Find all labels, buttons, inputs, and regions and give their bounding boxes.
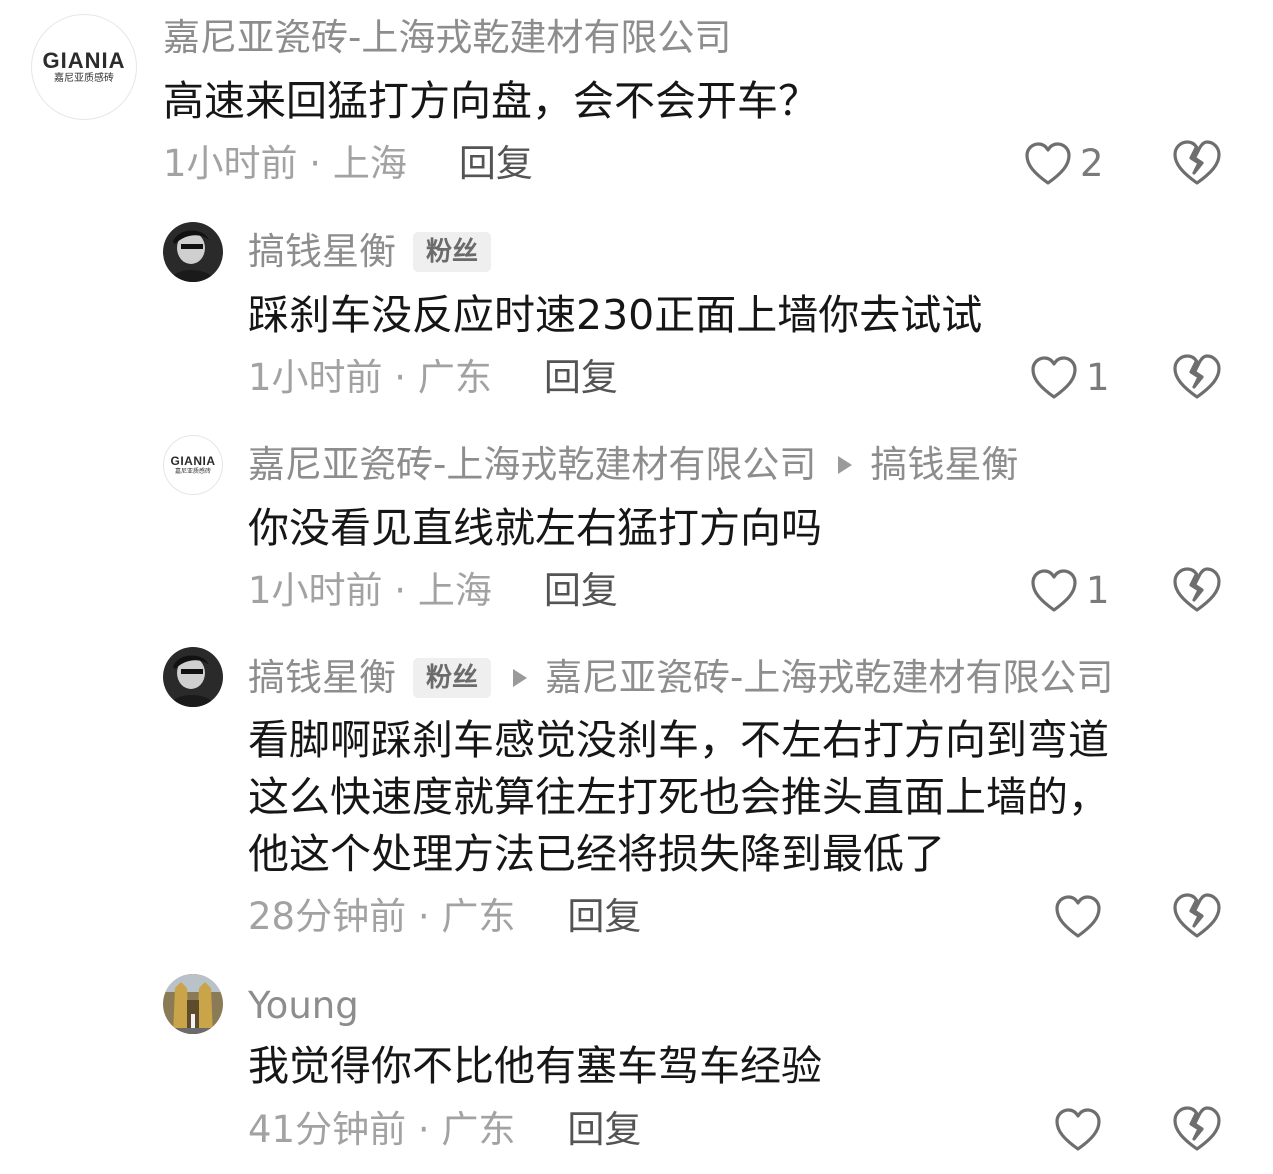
heart-outline-icon bbox=[1054, 1107, 1102, 1153]
dislike-button[interactable] bbox=[1172, 139, 1222, 189]
like-count: 1 bbox=[1086, 569, 1110, 612]
time-location: 28分钟前 · 广东 bbox=[248, 895, 516, 938]
author-line: Young bbox=[248, 984, 359, 1028]
comment-item: GIANIA 嘉尼亚质感砖 嘉尼亚瓷砖-上海戎乾建材有限公司 搞钱星衡 你没看见… bbox=[0, 424, 1273, 634]
broken-heart-icon bbox=[1172, 566, 1222, 614]
author-line: 搞钱星衡 粉丝 bbox=[248, 230, 492, 274]
reply-button[interactable]: 回复 bbox=[459, 142, 533, 186]
avatar[interactable]: GIANIA 嘉尼亚质感砖 bbox=[31, 14, 137, 120]
like-button[interactable] bbox=[1054, 1105, 1102, 1155]
reply-button[interactable]: 回复 bbox=[567, 895, 641, 939]
avatar-photo bbox=[163, 974, 223, 1034]
comment-text: 高速来回猛打方向盘，会不会开车？ bbox=[163, 73, 819, 130]
like-button[interactable]: 2 bbox=[1024, 139, 1104, 189]
comment-meta: 1小时前 · 上海 回复 bbox=[248, 569, 618, 613]
author-name[interactable]: 搞钱星衡 bbox=[248, 230, 396, 274]
giania-logo: GIANIA 嘉尼亚质感砖 bbox=[164, 436, 222, 494]
avatar[interactable]: GIANIA 嘉尼亚质感砖 bbox=[163, 435, 223, 495]
heart-outline-icon bbox=[1030, 568, 1078, 614]
broken-heart-icon bbox=[1172, 892, 1222, 940]
reply-button[interactable]: 回复 bbox=[567, 1108, 641, 1152]
logo-text: GIANIA bbox=[170, 454, 216, 468]
author-name[interactable]: 嘉尼亚瓷砖-上海戎乾建材有限公司 bbox=[248, 443, 816, 487]
giania-logo: GIANIA 嘉尼亚质感砖 bbox=[32, 15, 136, 119]
author-name[interactable]: 嘉尼亚瓷砖-上海戎乾建材有限公司 bbox=[163, 16, 731, 60]
broken-heart-icon bbox=[1172, 353, 1222, 401]
time-location: 1小时前 · 上海 bbox=[248, 569, 492, 612]
like-count: 2 bbox=[1080, 142, 1104, 185]
comment-text: 踩刹车没反应时速230正面上墙你去试试 bbox=[248, 287, 982, 344]
avatar-photo bbox=[163, 647, 223, 707]
comment-text-line: 他这个处理方法已经将损失降到最低了 bbox=[248, 830, 945, 878]
avatar[interactable] bbox=[163, 974, 223, 1034]
avatar[interactable] bbox=[163, 222, 223, 282]
time-location: 1小时前 · 上海 bbox=[163, 142, 407, 185]
comment-text-line: 我觉得你不比他有塞车驾车经验 bbox=[248, 1042, 822, 1090]
like-button[interactable]: 1 bbox=[1030, 353, 1110, 403]
comment-text-line: 高速来回猛打方向盘，会不会开车？ bbox=[163, 77, 819, 125]
reply-to-name[interactable]: 搞钱星衡 bbox=[870, 443, 1018, 487]
comment-meta: 1小时前 · 广东 回复 bbox=[248, 356, 618, 400]
comment-text: 我觉得你不比他有塞车驾车经验 bbox=[248, 1038, 822, 1095]
logo-text: GIANIA bbox=[42, 48, 126, 73]
logo-subtext: 嘉尼亚质感砖 bbox=[54, 73, 114, 84]
fan-badge: 粉丝 bbox=[413, 658, 492, 698]
comment-text-line: 你没看见直线就左右猛打方向吗 bbox=[248, 504, 822, 552]
author-line: 嘉尼亚瓷砖-上海戎乾建材有限公司 搞钱星衡 bbox=[248, 443, 1018, 487]
reply-button[interactable]: 回复 bbox=[544, 356, 618, 400]
dislike-button[interactable] bbox=[1172, 892, 1222, 942]
avatar-photo bbox=[163, 222, 223, 282]
like-button[interactable] bbox=[1054, 892, 1102, 942]
comment-item: 搞钱星衡 粉丝 踩刹车没反应时速230正面上墙你去试试 1小时前 · 广东 回复… bbox=[0, 210, 1273, 420]
dislike-button[interactable] bbox=[1172, 1105, 1222, 1155]
comment-text-line: 看脚啊踩刹车感觉没刹车，不左右打方向到弯道 bbox=[248, 716, 1109, 764]
time-location: 41分钟前 · 广东 bbox=[248, 1108, 516, 1151]
logo-subtext: 嘉尼亚质感砖 bbox=[174, 468, 211, 475]
heart-outline-icon bbox=[1030, 355, 1078, 401]
reply-to-name[interactable]: 嘉尼亚瓷砖-上海戎乾建材有限公司 bbox=[545, 656, 1113, 700]
comment-item: 搞钱星衡 粉丝 嘉尼亚瓷砖-上海戎乾建材有限公司 看脚啊踩刹车感觉没刹车，不左右… bbox=[0, 638, 1273, 958]
author-line: 嘉尼亚瓷砖-上海戎乾建材有限公司 bbox=[163, 16, 731, 60]
dislike-button[interactable] bbox=[1172, 353, 1222, 403]
reply-button[interactable]: 回复 bbox=[544, 569, 618, 613]
comment-text: 看脚啊踩刹车感觉没刹车，不左右打方向到弯道 这么快速度就算往左打死也会推头直面上… bbox=[248, 712, 1109, 883]
comment-meta: 41分钟前 · 广东 回复 bbox=[248, 1108, 641, 1152]
comment-text: 你没看见直线就左右猛打方向吗 bbox=[248, 500, 822, 557]
avatar[interactable] bbox=[163, 647, 223, 707]
fan-badge: 粉丝 bbox=[413, 232, 492, 272]
comment-meta: 28分钟前 · 广东 回复 bbox=[248, 895, 641, 939]
comment-text-line: 踩刹车没反应时速230正面上墙你去试试 bbox=[248, 291, 983, 339]
comment-item: Young 我觉得你不比他有塞车驾车经验 41分钟前 · 广东 回复 bbox=[0, 964, 1273, 1174]
like-count: 1 bbox=[1086, 356, 1110, 399]
play-triangle-icon bbox=[513, 669, 528, 687]
play-triangle-icon bbox=[838, 456, 853, 474]
comment-meta: 1小时前 · 上海 回复 bbox=[163, 142, 533, 186]
author-line: 搞钱星衡 粉丝 嘉尼亚瓷砖-上海戎乾建材有限公司 bbox=[248, 656, 1113, 700]
comment-text-line: 这么快速度就算往左打死也会推头直面上墙的， bbox=[248, 773, 1109, 821]
like-button[interactable]: 1 bbox=[1030, 566, 1110, 616]
dislike-button[interactable] bbox=[1172, 566, 1222, 616]
broken-heart-icon bbox=[1172, 1105, 1222, 1153]
author-name[interactable]: Young bbox=[248, 984, 359, 1028]
time-location: 1小时前 · 广东 bbox=[248, 356, 492, 399]
heart-outline-icon bbox=[1054, 894, 1102, 940]
heart-outline-icon bbox=[1024, 141, 1072, 187]
comment-item: GIANIA 嘉尼亚质感砖 嘉尼亚瓷砖-上海戎乾建材有限公司 高速来回猛打方向盘… bbox=[0, 0, 1273, 200]
broken-heart-icon bbox=[1172, 139, 1222, 187]
author-name[interactable]: 搞钱星衡 bbox=[248, 656, 396, 700]
